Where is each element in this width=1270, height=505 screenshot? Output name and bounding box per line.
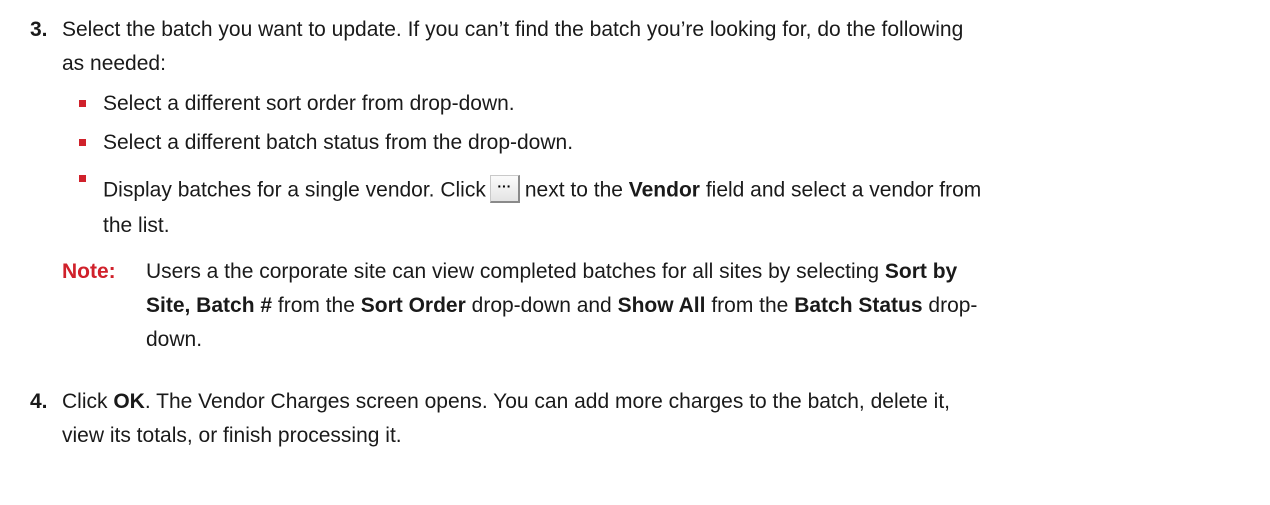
step-4-text-line-2: view its totals, or finish processing it… [62,424,402,447]
ok-label: OK [113,390,145,413]
bullet-text: Select a different batch status from the… [103,131,574,154]
bullet-text-post: field and select a vendor from [705,178,982,202]
vendor-label: Vendor [628,178,700,202]
bullet-marker [79,139,86,146]
note-text: drop-down and [471,294,612,317]
bullet-marker [79,175,86,182]
step-4-text: Click [62,390,108,413]
bullet-text: Display batches for a single vendor. Cli… [103,175,982,205]
note-bold-text: Sort by [884,260,958,283]
bullet-marker [79,100,86,107]
note-label: Note: [62,260,116,283]
bullet-text-line-2: the list. [103,214,170,237]
note-line-1: Users a the corporate site can view comp… [146,260,957,284]
note-line-3: down. [146,328,203,351]
note-text: from the [277,294,355,317]
bullet-text-mid: next to the [524,178,623,202]
step-3-text-line-2: as needed: [62,52,166,75]
ellipsis-button-icon: ··· [489,175,520,203]
bullet-text-pre: Display batches for a single vendor. Cli… [103,178,486,202]
note-bold-text: Show All [617,294,706,317]
note-bold-text: Site, Batch # [146,294,273,317]
step-4-text-line-1: Click OK. The Vendor Charges screen open… [62,390,950,414]
step-4-text: . The Vendor Charges screen opens. You c… [144,390,950,413]
note-text: Users a the corporate site can view comp… [146,260,880,283]
note-bold-text: Sort Order [360,294,466,317]
note-bold-text: Batch Status [794,294,923,317]
step-3-text-line-1: Select the batch you want to update. If … [62,18,964,41]
note-text: drop- [928,294,978,317]
note-text: from the [711,294,789,317]
bullet-text: Select a different sort order from drop-… [103,92,515,115]
note-line-2: Site, Batch # from the Sort Order drop-d… [146,294,977,318]
